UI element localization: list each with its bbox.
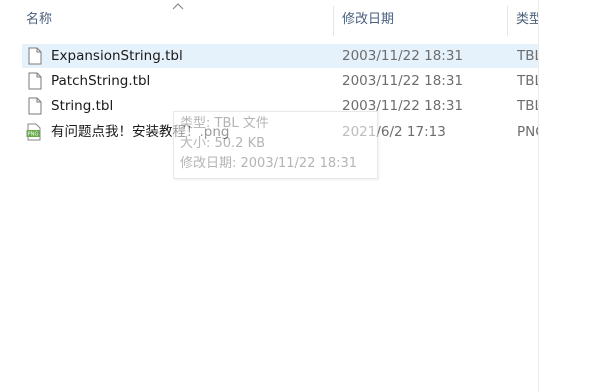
tooltip-type: 类型: TBL 文件	[180, 116, 269, 131]
file-type: TBL 文件	[517, 73, 538, 89]
column-header-type[interactable]: 类型	[516, 0, 538, 40]
column-header-date-modified[interactable]: 修改日期	[342, 0, 502, 40]
tooltip-size: 大小: 50.2 KB	[180, 136, 266, 151]
file-date-modified: 2003/11/22 18:31	[342, 73, 464, 89]
file-date-modified: 2003/11/22 18:31	[342, 48, 464, 64]
file-type: PNG 文件	[517, 124, 538, 140]
file-explorer-window: 名称 修改日期 类型 ExpansionString.tbl 2003/11/2…	[0, 0, 600, 392]
svg-text:PNG: PNG	[28, 132, 39, 138]
file-type: TBL 文件	[517, 48, 538, 64]
document-icon	[28, 47, 42, 65]
png-image-icon: PNG	[26, 123, 41, 141]
column-header-row: 名称 修改日期 类型	[0, 0, 538, 40]
column-divider[interactable]	[507, 6, 508, 36]
column-header-name[interactable]: 名称	[26, 0, 326, 40]
file-row[interactable]: PatchString.tbl 2003/11/22 18:31 TBL 文件	[22, 69, 538, 93]
document-icon	[28, 97, 42, 115]
tooltip-date-modified: 修改日期: 2003/11/22 18:31	[180, 156, 358, 171]
document-icon	[28, 72, 42, 90]
file-name: ExpansionString.tbl	[51, 48, 183, 64]
file-name: PatchString.tbl	[51, 73, 151, 89]
file-type: TBL 文件	[517, 98, 538, 114]
file-info-tooltip: 类型: TBL 文件 大小: 50.2 KB 修改日期: 2003/11/22 …	[173, 111, 378, 179]
column-divider[interactable]	[333, 6, 334, 36]
file-row[interactable]: ExpansionString.tbl 2003/11/22 18:31 TBL…	[22, 44, 538, 68]
right-empty-pane	[539, 0, 600, 392]
